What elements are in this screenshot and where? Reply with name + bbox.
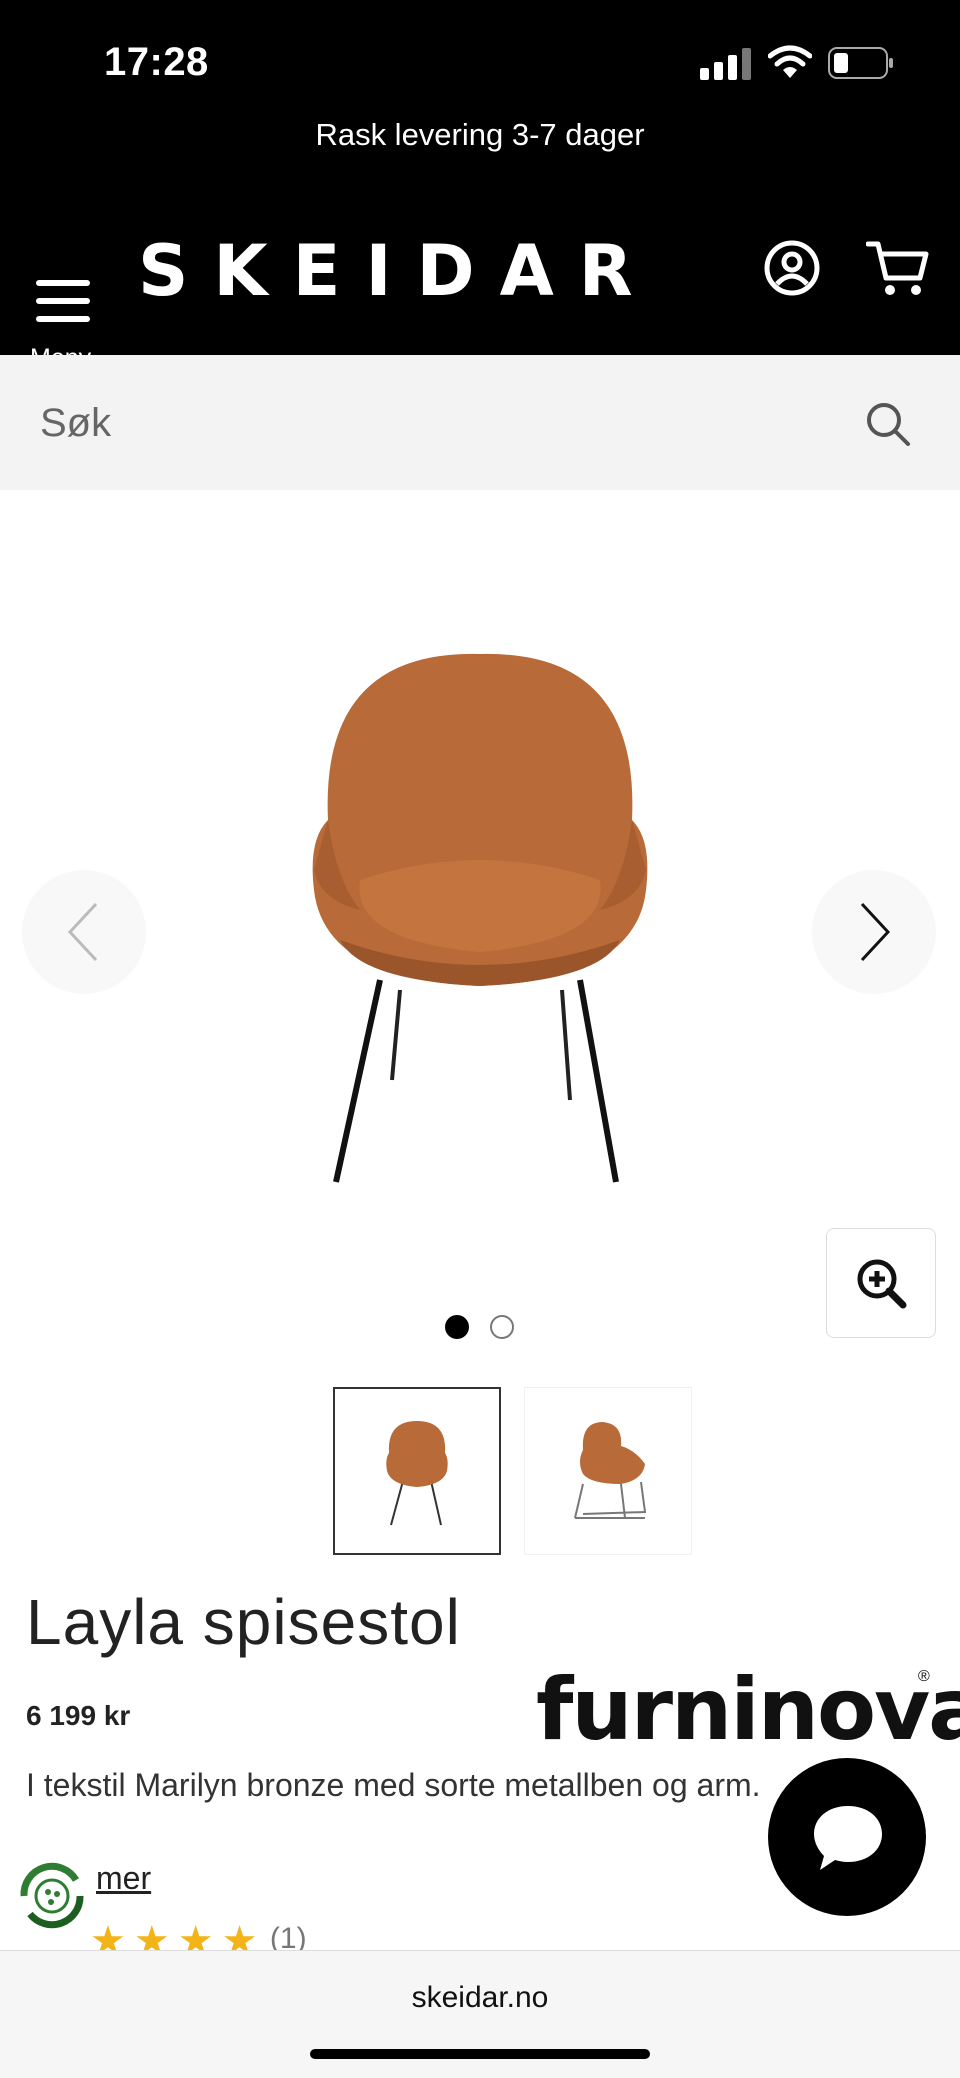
eco-badge-icon[interactable] [16, 1860, 88, 1932]
thumbnail-1[interactable] [333, 1387, 501, 1555]
zoom-in-icon [857, 1259, 907, 1309]
gallery-dot-1[interactable] [445, 1315, 469, 1339]
gallery-next-button[interactable] [812, 870, 936, 994]
gallery-prev-button[interactable] [22, 870, 146, 994]
promo-text: Rask levering 3-7 dager [315, 117, 645, 152]
cart-icon[interactable] [866, 238, 930, 298]
promo-banner: Rask levering 3-7 dager [0, 115, 960, 200]
user-account-icon[interactable] [762, 238, 822, 298]
product-gallery [0, 490, 960, 1350]
chevron-right-icon [860, 902, 891, 962]
browser-url[interactable]: skeidar.no [0, 1981, 960, 2015]
brand-registered-mark: ® [918, 1668, 930, 1685]
home-indicator[interactable] [310, 2049, 650, 2059]
brand-logo: furninova [536, 1660, 960, 1760]
read-more-link[interactable]: mer [96, 1860, 151, 1897]
battery-icon [828, 47, 893, 79]
chat-button[interactable] [768, 1758, 926, 1916]
search-bar [0, 355, 960, 490]
chevron-left-icon [67, 902, 98, 962]
product-price: 6 199 kr [26, 1700, 131, 1731]
site-header: Meny SKEIDAR [0, 200, 960, 372]
status-bar: 17:28 [0, 0, 960, 115]
chat-bubble-icon [814, 1806, 882, 1870]
thumbnail-image [574, 1422, 647, 1519]
wifi-icon [768, 45, 812, 78]
site-logo[interactable]: SKEIDAR [138, 230, 658, 312]
product-title: Layla spisestol [26, 1586, 461, 1658]
thumbnail-2[interactable] [524, 1387, 692, 1555]
thumbnail-image [386, 1421, 448, 1526]
menu-button[interactable]: Meny [26, 240, 102, 372]
browser-bottom-bar: skeidar.no [0, 1950, 960, 2078]
product-image[interactable] [300, 640, 660, 1200]
gallery-dot-2[interactable] [490, 1315, 514, 1339]
signal-icon [700, 48, 751, 80]
search-icon[interactable] [864, 400, 912, 448]
zoom-button[interactable] [826, 1228, 936, 1338]
status-time: 17:28 [104, 40, 209, 84]
hamburger-icon [26, 280, 90, 334]
search-input[interactable] [40, 393, 840, 453]
